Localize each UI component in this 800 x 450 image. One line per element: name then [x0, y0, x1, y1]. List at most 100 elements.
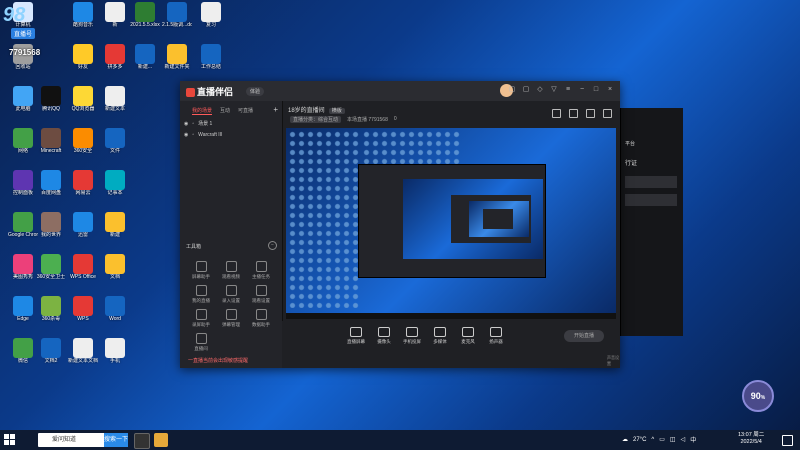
desktop-icon[interactable]: 2.1.5版调...docx — [162, 2, 192, 28]
desktop-icon[interactable]: 新 — [100, 2, 130, 28]
audio-settings-link[interactable]: 声音设置 — [607, 355, 620, 367]
lock-icon[interactable]: ▫ — [192, 119, 194, 130]
network-icon[interactable]: ◫ — [670, 436, 676, 443]
taskbar-search-button[interactable]: 搜索一下 — [104, 433, 128, 447]
desktop-icon[interactable]: 网易云 — [68, 170, 98, 196]
toolbox-item[interactable]: 录屏助手 — [186, 309, 216, 328]
tray-arrow-icon[interactable]: ^ — [651, 437, 654, 443]
desktop-icon[interactable]: 新建文件夹 — [162, 44, 192, 70]
gift-icon[interactable]: ▢ — [508, 86, 516, 94]
toolbox-collapse-icon[interactable]: − — [268, 241, 277, 250]
windows-start-icon[interactable] — [4, 434, 16, 446]
desktop-icon[interactable]: 360安全卫士 — [36, 254, 66, 280]
layout-icon[interactable] — [569, 109, 578, 118]
sensitive-notice[interactable]: 一直播当前会出现敏感提醒 — [180, 355, 290, 367]
start-live-button[interactable]: 开始直播 — [564, 330, 604, 342]
desktop-icon[interactable]: 新建文本 — [100, 86, 130, 112]
toolbox-item[interactable]: 数据助手 — [246, 309, 276, 328]
desktop-icon[interactable]: 2021.5.5.xlsx — [130, 2, 160, 28]
desktop-icon[interactable]: WPS Office — [68, 254, 98, 280]
toolbox-item[interactable]: 主播任务 — [246, 261, 276, 280]
desktop-icon[interactable]: Edge — [8, 296, 38, 322]
battery-icon[interactable]: ▭ — [659, 436, 665, 443]
notification-icon[interactable] — [782, 435, 793, 446]
desktop-icon[interactable]: 拼多多 — [100, 44, 130, 70]
screenshot-icon[interactable] — [552, 109, 561, 118]
desktop-icon[interactable]: 新建... — [130, 44, 160, 70]
tab-my-scenes[interactable]: 我的场景 — [192, 107, 213, 115]
stream-preview[interactable] — [286, 128, 616, 313]
desktop-icon[interactable]: Minecraft — [36, 128, 66, 154]
desktop-icon[interactable]: 记事本 — [100, 170, 130, 196]
desktop-icon[interactable]: 文档 — [100, 254, 130, 280]
desktop-icon[interactable]: QQ浏览器 — [68, 86, 98, 112]
toolbox-item[interactable]: 录入设置 — [216, 285, 246, 304]
message-icon[interactable]: ▢ — [522, 86, 530, 94]
app-version-badge[interactable]: 体验 — [246, 87, 265, 96]
network-speed-ball[interactable]: 90% — [742, 380, 774, 412]
toolbox-item[interactable]: 观看视频 — [216, 261, 246, 280]
desktop-icon[interactable]: 文档2 — [36, 338, 66, 364]
stream-title[interactable]: 18岁的直播间 — [288, 108, 325, 114]
eye-icon[interactable]: ◉ — [184, 130, 188, 141]
desktop-icon[interactable]: 微信 — [8, 338, 38, 364]
desktop-icon[interactable]: 360杀毒 — [36, 296, 66, 322]
desktop-icon[interactable]: 新建文本文档 — [68, 338, 98, 364]
scene-item[interactable]: ◉ ▫ Warcraft III — [180, 130, 282, 141]
ime-icon[interactable]: 中 — [690, 435, 696, 444]
eye-icon[interactable]: ◉ — [184, 119, 188, 130]
desktop-icon[interactable]: 酷狗音乐 — [68, 2, 98, 28]
desktop-icon[interactable]: 好友 — [68, 44, 98, 70]
weather-icon[interactable]: ☁ — [622, 436, 628, 443]
menu-icon[interactable]: ≡ — [564, 86, 572, 94]
taskbar-app-icon[interactable] — [134, 433, 150, 449]
add-scene-icon[interactable]: + — [273, 105, 278, 114]
close-icon[interactable]: × — [606, 86, 614, 94]
desktop-icon[interactable]: 百度网盘 — [36, 170, 66, 196]
desktop-icon[interactable]: 腾讯QQ — [36, 86, 66, 112]
desktop-icon[interactable]: 控制面板 — [8, 170, 38, 196]
scene-item[interactable]: ◉ ▫ 场景 1 — [180, 119, 282, 130]
desktop-icon[interactable]: 我的世界 — [36, 212, 66, 238]
background-window-field[interactable] — [625, 176, 677, 188]
settings-icon[interactable]: ▽ — [550, 86, 558, 94]
toolbox-item[interactable]: 直播间 — [186, 333, 216, 352]
desktop-icon[interactable]: 新建 — [100, 212, 130, 238]
maximize-icon[interactable]: □ — [592, 86, 600, 94]
desktop-icon[interactable]: 网络 — [8, 128, 38, 154]
desktop-icon[interactable]: Word — [100, 296, 130, 322]
toolbox-item[interactable]: 我的直播 — [186, 285, 216, 304]
volume-icon[interactable]: ◁ — [681, 436, 686, 443]
stream-category[interactable]: 直播分类：综合互动 — [290, 116, 342, 123]
source-button[interactable]: 多媒体 — [426, 327, 454, 345]
taskbar-app-icon[interactable] — [154, 433, 168, 447]
source-button[interactable]: 直播屏幕 — [342, 327, 370, 345]
source-button[interactable]: 麦克风 — [454, 327, 482, 345]
toolbox-item[interactable]: 观看设置 — [246, 285, 276, 304]
fullscreen-icon[interactable] — [586, 109, 595, 118]
background-window-field[interactable] — [625, 194, 677, 206]
desktop-icon[interactable]: WPS — [68, 296, 98, 322]
desktop-icon[interactable]: 复习 — [196, 2, 226, 28]
source-button[interactable]: 扬声器 — [482, 327, 510, 345]
tab-interaction[interactable]: 互动 — [220, 107, 230, 115]
desktop-icon[interactable]: 360安全 — [68, 128, 98, 154]
source-button[interactable]: 手机投屏 — [398, 327, 426, 345]
toolbox-item[interactable]: 弹幕管理 — [216, 309, 246, 328]
weather-temp[interactable]: 27°C — [633, 437, 646, 443]
minimize-icon[interactable]: − — [578, 86, 586, 94]
desktop-icon[interactable]: 工作总结 — [196, 44, 226, 70]
source-button[interactable]: 摄像头 — [370, 327, 398, 345]
desktop-icon[interactable]: 此电脑 — [8, 86, 38, 112]
taskbar-clock[interactable]: 13:07 周二 2022/5/4 — [738, 432, 764, 446]
desktop-icon[interactable]: 迅雷 — [68, 212, 98, 238]
shield-icon[interactable]: ◇ — [536, 86, 544, 94]
background-window[interactable]: 平台 行证 — [620, 108, 683, 336]
toolbox-item[interactable]: 屏幕助手 — [186, 261, 216, 280]
tab-streamable[interactable]: 可直播 — [238, 107, 253, 115]
desktop-icon[interactable]: 文件 — [100, 128, 130, 154]
share-icon[interactable] — [603, 109, 612, 118]
lock-icon[interactable]: ▫ — [192, 130, 194, 141]
desktop-icon[interactable]: Google Chrome — [8, 212, 38, 238]
desktop-icon[interactable]: 手机 — [100, 338, 130, 364]
